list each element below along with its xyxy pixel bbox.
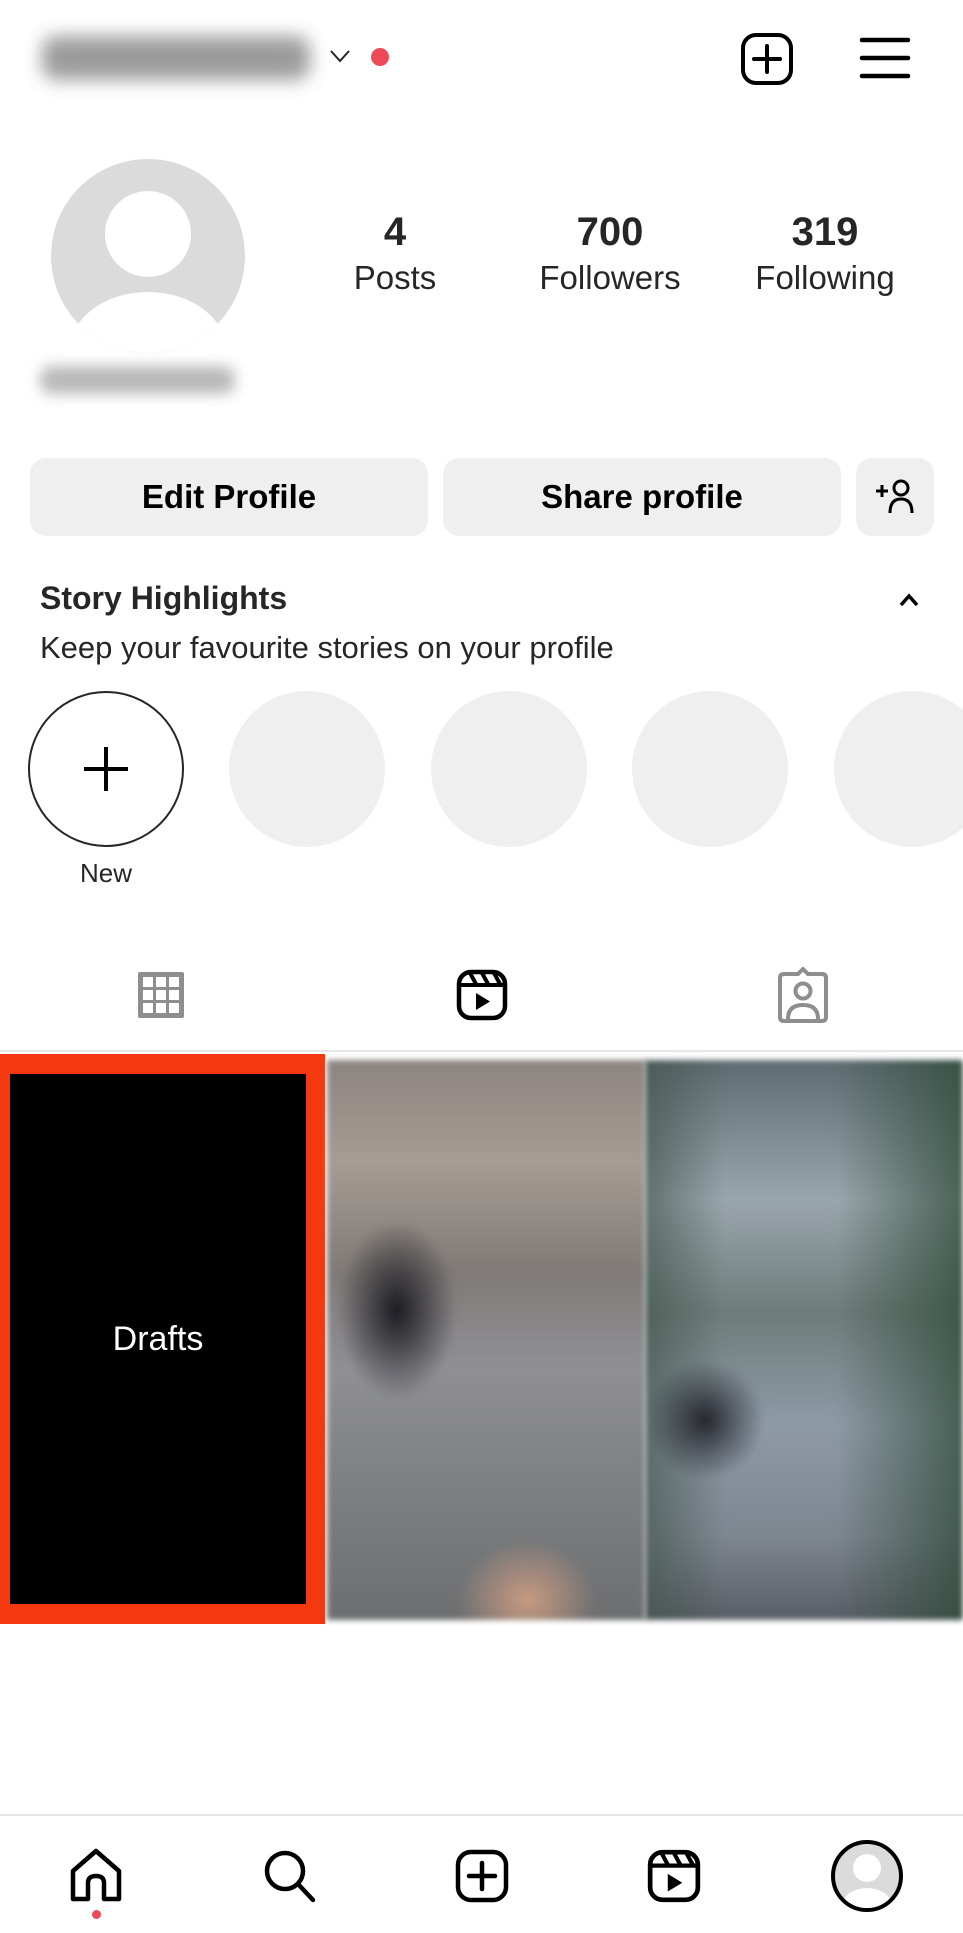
nav-home[interactable] bbox=[56, 1836, 136, 1916]
plus-square-icon bbox=[455, 1849, 509, 1903]
nav-divider bbox=[0, 1814, 963, 1816]
tab-posts[interactable] bbox=[0, 950, 321, 1040]
highlights-subtitle: Keep your favourite stories on your prof… bbox=[40, 630, 614, 665]
highlight-placeholder bbox=[229, 691, 385, 847]
stat-posts[interactable]: 4 Posts bbox=[295, 208, 495, 300]
chevron-up-icon[interactable] bbox=[895, 588, 923, 612]
tagged-person-icon bbox=[777, 967, 828, 1023]
drafts-thumbnail: Drafts bbox=[10, 1074, 306, 1604]
highlight-placeholder bbox=[834, 691, 963, 847]
add-person-icon bbox=[876, 479, 914, 514]
nav-reels[interactable] bbox=[634, 1836, 714, 1916]
drafts-tile[interactable]: Drafts bbox=[0, 1054, 325, 1624]
home-icon bbox=[70, 1848, 122, 1902]
nav-search[interactable] bbox=[250, 1836, 330, 1916]
grid-icon bbox=[137, 972, 184, 1018]
plus-square-icon bbox=[741, 33, 793, 85]
create-button[interactable] bbox=[736, 28, 798, 90]
new-highlight-button[interactable] bbox=[28, 691, 184, 847]
highlight-placeholder bbox=[431, 691, 587, 847]
discover-people-button[interactable] bbox=[856, 458, 934, 536]
stat-value: 4 bbox=[383, 210, 407, 254]
reels-icon bbox=[647, 1849, 701, 1903]
search-icon bbox=[264, 1850, 316, 1903]
stat-following[interactable]: 319 Following bbox=[725, 208, 925, 300]
reel-thumbnail[interactable] bbox=[327, 1060, 645, 1620]
tab-tagged[interactable] bbox=[642, 950, 963, 1040]
new-highlight-label: New bbox=[79, 858, 132, 888]
avatar[interactable] bbox=[50, 158, 246, 354]
tab-reels[interactable] bbox=[321, 950, 642, 1040]
username[interactable]: (blurred username) bbox=[42, 36, 310, 80]
plus-icon bbox=[84, 747, 128, 791]
edit-profile-button[interactable]: Edit Profile bbox=[30, 458, 428, 536]
nav-profile[interactable] bbox=[827, 1836, 907, 1916]
notification-dot bbox=[371, 48, 389, 66]
stat-label: Followers bbox=[539, 259, 681, 296]
chevron-down-icon[interactable] bbox=[328, 46, 352, 66]
drafts-label: Drafts bbox=[112, 1319, 204, 1358]
home-notification-dot bbox=[92, 1910, 101, 1919]
share-profile-button[interactable]: Share profile bbox=[443, 458, 841, 536]
stat-followers[interactable]: 700 Followers bbox=[510, 208, 710, 300]
menu-button[interactable] bbox=[852, 28, 918, 88]
highlight-placeholder bbox=[632, 691, 788, 847]
stat-label: Posts bbox=[353, 259, 437, 296]
highlights-title: Story Highlights bbox=[40, 580, 288, 616]
reels-icon bbox=[456, 969, 507, 1021]
profile-avatar-icon bbox=[831, 1840, 903, 1912]
display-name: (blurred name) bbox=[40, 366, 235, 394]
stat-value: 700 bbox=[576, 210, 644, 254]
stat-value: 319 bbox=[791, 210, 859, 254]
tab-divider bbox=[0, 1050, 963, 1052]
reel-thumbnail[interactable] bbox=[645, 1060, 963, 1620]
hamburger-menu-icon bbox=[859, 37, 911, 79]
stat-label: Following bbox=[755, 259, 895, 296]
nav-create[interactable] bbox=[442, 1836, 522, 1916]
